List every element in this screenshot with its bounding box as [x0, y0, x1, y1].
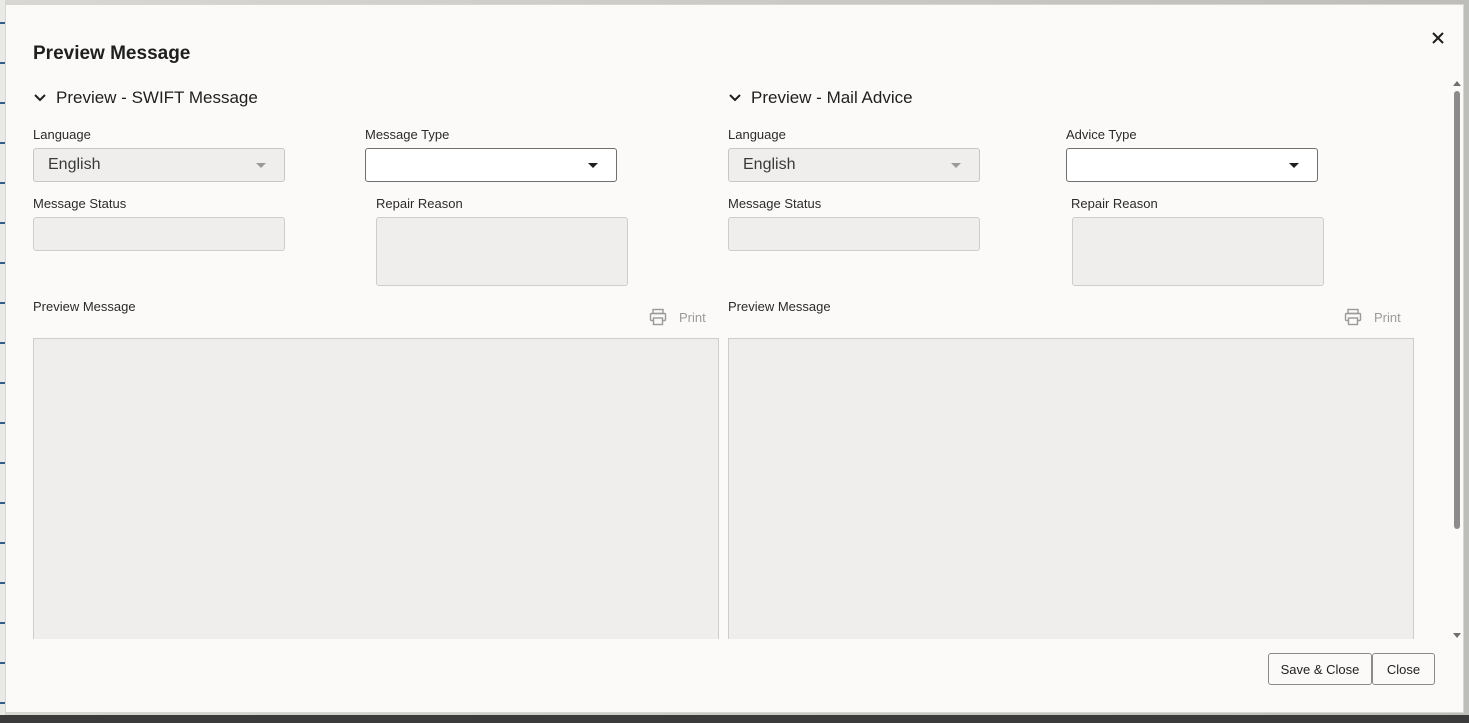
vertical-scrollbar[interactable] — [1451, 81, 1463, 641]
caret-down-icon — [951, 163, 961, 168]
swift-preview-label: Preview Message — [33, 299, 136, 314]
swift-repair-reason-field — [376, 217, 628, 286]
mail-language-value: English — [743, 156, 796, 173]
mail-advice-type-label: Advice Type — [1066, 127, 1137, 142]
swift-preview-area[interactable] — [33, 338, 719, 639]
mail-print-label: Print — [1374, 309, 1401, 325]
mail-repair-reason-field — [1072, 217, 1324, 286]
caret-down-icon — [1289, 163, 1299, 168]
swift-print-button[interactable]: Print — [649, 308, 706, 326]
swift-section-title: Preview - SWIFT Message — [56, 88, 258, 107]
mail-print-button[interactable]: Print — [1344, 308, 1401, 326]
swift-message-status-label: Message Status — [33, 196, 127, 211]
swift-message-status-field — [33, 217, 285, 251]
save-close-button[interactable]: Save & Close — [1268, 653, 1372, 685]
swift-language-value: English — [48, 156, 101, 173]
mail-preview-label: Preview Message — [728, 299, 831, 314]
caret-down-icon — [256, 163, 266, 168]
chevron-down-icon — [729, 94, 741, 102]
mail-advice-type-select[interactable] — [1066, 148, 1318, 182]
scrollbar-thumb[interactable] — [1454, 91, 1460, 529]
dialog-content: Preview - SWIFT Message Language English… — [6, 83, 1451, 639]
background-taskbar-edge — [0, 715, 1469, 723]
swift-message-type-select[interactable] — [365, 148, 617, 182]
printer-icon — [1344, 308, 1362, 326]
swift-message-type-label: Message Type — [365, 127, 450, 142]
swift-print-label: Print — [679, 309, 706, 325]
chevron-down-icon — [34, 94, 46, 102]
close-icon[interactable] — [1427, 27, 1449, 49]
mail-section-toggle[interactable]: Preview - Mail Advice — [728, 88, 913, 108]
close-button[interactable]: Close — [1372, 653, 1435, 685]
swift-language-label: Language — [33, 127, 91, 142]
swift-repair-reason-label: Repair Reason — [376, 196, 463, 211]
preview-message-dialog: Preview Message Preview - SWIFT Message … — [5, 4, 1464, 713]
scroll-down-icon[interactable] — [1453, 633, 1461, 638]
caret-down-icon — [588, 163, 598, 168]
mail-section-title: Preview - Mail Advice — [751, 88, 913, 107]
dialog-title: Preview Message — [33, 43, 191, 64]
printer-icon — [649, 308, 667, 326]
swift-section-toggle[interactable]: Preview - SWIFT Message — [33, 88, 258, 108]
mail-language-label: Language — [728, 127, 786, 142]
mail-language-select: English — [728, 148, 980, 182]
scroll-up-icon[interactable] — [1453, 81, 1461, 86]
mail-message-status-label: Message Status — [728, 196, 822, 211]
swift-language-select: English — [33, 148, 285, 182]
mail-message-status-field — [728, 217, 980, 251]
mail-preview-area[interactable] — [728, 338, 1414, 639]
mail-repair-reason-label: Repair Reason — [1071, 196, 1158, 211]
